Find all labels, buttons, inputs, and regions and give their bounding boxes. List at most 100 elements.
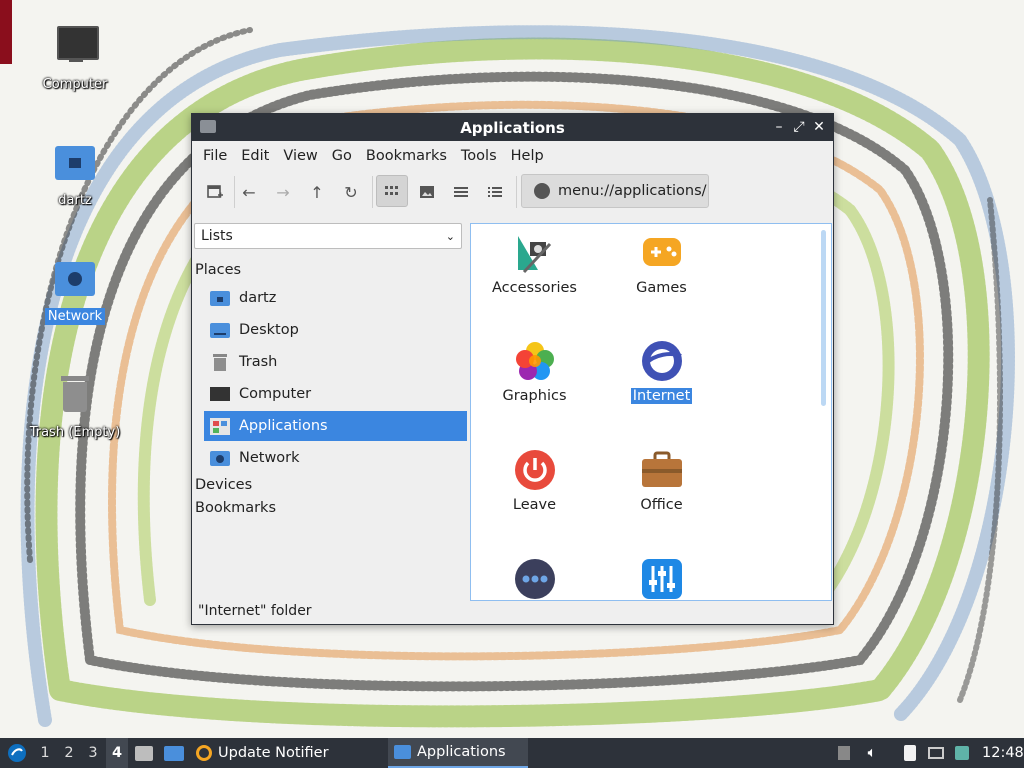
sidebar-item-trash[interactable]: Trash xyxy=(204,347,467,377)
desktop-icon-trash[interactable]: Trash (Empty) xyxy=(20,372,130,441)
close-button[interactable]: ✕ xyxy=(810,118,828,136)
trash-icon xyxy=(210,353,230,371)
desktop-icon-dartz[interactable]: dartz xyxy=(20,140,130,209)
minimize-button[interactable]: – xyxy=(770,118,788,136)
folder-icon-view: Accessories Games Graphics Internet Leav… xyxy=(470,223,832,601)
menu-go[interactable]: Go xyxy=(325,148,359,164)
app-folder-office[interactable]: Office xyxy=(598,449,725,513)
sidebar-item-desktop[interactable]: Desktop xyxy=(204,315,467,345)
app-folder-label: Games xyxy=(636,280,687,296)
lubuntu-logo-icon xyxy=(8,744,26,762)
network-status-button[interactable] xyxy=(924,738,948,768)
arrow-up-icon: ↑ xyxy=(310,182,324,202)
app-folder-preferences[interactable] xyxy=(598,558,725,600)
sidebar-item-network[interactable]: Network xyxy=(204,443,467,473)
thumbnail-view-button[interactable] xyxy=(414,179,440,205)
address-bar[interactable]: menu://applications/ xyxy=(521,174,709,208)
bookmarks-heading[interactable]: Bookmarks xyxy=(195,500,276,516)
desktop-icon-computer[interactable]: Computer xyxy=(20,24,130,93)
detailed-list-button[interactable] xyxy=(482,179,508,205)
location-icon xyxy=(534,183,550,199)
tray-expand-button[interactable] xyxy=(832,738,856,768)
devices-heading[interactable]: Devices xyxy=(195,477,252,493)
clock[interactable]: 12:48 xyxy=(982,738,1024,768)
task-update-notifier[interactable]: Update Notifier xyxy=(190,738,386,768)
new-tab-button[interactable] xyxy=(202,179,228,205)
app-folder-leave[interactable]: Leave xyxy=(471,449,598,513)
sliders-icon xyxy=(641,558,683,600)
vertical-scrollbar[interactable] xyxy=(821,230,826,406)
applications-icon xyxy=(210,417,230,435)
menu-edit[interactable]: Edit xyxy=(234,148,276,164)
up-button[interactable]: ↑ xyxy=(304,179,330,205)
compact-view-button[interactable] xyxy=(448,179,474,205)
desktop-icon-label: Computer xyxy=(42,77,108,92)
clipboard-button[interactable] xyxy=(898,738,922,768)
update-tray-icon xyxy=(955,746,969,760)
sidebar-item-label: Desktop xyxy=(239,322,299,338)
app-folder-internet[interactable]: Internet xyxy=(598,340,725,404)
sidebar-item-computer[interactable]: Computer xyxy=(204,379,467,409)
task-applications[interactable]: Applications xyxy=(388,738,528,768)
file-manager-window: Applications – ⤢ ✕ File Edit View Go Boo… xyxy=(191,113,834,625)
status-bar-text: "Internet" folder xyxy=(198,603,312,619)
sidebar-mode-select[interactable]: Lists ⌄ xyxy=(194,223,462,249)
home-folder-icon xyxy=(210,289,230,307)
toolbar-separator xyxy=(516,176,517,208)
toolbar-separator xyxy=(372,176,373,208)
volume-button[interactable]: 🔈︎ xyxy=(860,738,884,768)
reload-button[interactable]: ↻ xyxy=(338,179,364,205)
app-folder-label: Office xyxy=(640,497,683,513)
computer-icon xyxy=(51,24,99,72)
file-manager-launcher[interactable] xyxy=(133,738,155,768)
sidebar-item-dartz[interactable]: dartz xyxy=(204,283,467,313)
sidebar-item-label: Trash xyxy=(239,354,278,370)
desktop-icon-network[interactable]: Network xyxy=(20,256,130,325)
task-label: Update Notifier xyxy=(218,745,329,761)
show-desktop-button[interactable] xyxy=(162,738,186,768)
new-tab-icon xyxy=(207,185,223,198)
app-folder-accessories[interactable]: Accessories xyxy=(471,232,598,296)
places-heading[interactable]: Places xyxy=(195,262,241,278)
show-desktop-icon xyxy=(164,745,184,761)
reload-icon: ↻ xyxy=(344,182,358,202)
accessories-icon xyxy=(514,232,556,274)
start-menu-button[interactable] xyxy=(4,738,30,768)
app-folder-label: Internet xyxy=(630,388,693,404)
app-folder-other[interactable] xyxy=(471,558,598,600)
workspace-3[interactable]: 3 xyxy=(82,738,104,768)
title-bar[interactable]: Applications – ⤢ ✕ xyxy=(192,114,833,141)
menu-bookmarks[interactable]: Bookmarks xyxy=(359,148,454,164)
menu-tools[interactable]: Tools xyxy=(454,148,504,164)
network-wired-icon xyxy=(928,747,944,759)
graphics-icon xyxy=(514,340,556,382)
sidebar-item-label: Network xyxy=(239,450,300,466)
arrow-right-icon: → xyxy=(276,182,290,202)
update-icon xyxy=(196,745,212,761)
menu-file[interactable]: File xyxy=(196,148,234,164)
update-status-button[interactable] xyxy=(950,738,974,768)
app-folder-label: Graphics xyxy=(502,388,567,404)
workspace-4[interactable]: 4 xyxy=(106,738,128,768)
sidebar: Lists ⌄ Places dartz Desktop Trash Compu… xyxy=(192,222,470,597)
toolbar: ← → ↑ ↻ menu://applications/ xyxy=(192,170,833,210)
back-button[interactable]: ← xyxy=(236,179,262,205)
app-folder-graphics[interactable]: Graphics xyxy=(471,340,598,404)
icon-view-button[interactable] xyxy=(376,175,408,207)
app-folder-label: Accessories xyxy=(492,280,577,296)
home-folder-icon xyxy=(51,140,99,188)
forward-button[interactable]: → xyxy=(270,179,296,205)
app-folder-label: Leave xyxy=(512,497,557,513)
taskbar: 1 2 3 4 Update Notifier Applications 🔈︎ … xyxy=(0,738,1024,768)
globe-icon xyxy=(641,340,683,382)
menu-view[interactable]: View xyxy=(276,148,324,164)
menu-help[interactable]: Help xyxy=(504,148,551,164)
file-manager-icon xyxy=(135,745,153,761)
workspace-1[interactable]: 1 xyxy=(34,738,56,768)
workspace-2[interactable]: 2 xyxy=(58,738,80,768)
maximize-button[interactable]: ⤢ xyxy=(790,118,808,136)
image-icon xyxy=(420,186,434,198)
window-title: Applications xyxy=(460,119,565,137)
sidebar-item-applications[interactable]: Applications xyxy=(204,411,467,441)
app-folder-games[interactable]: Games xyxy=(598,232,725,296)
